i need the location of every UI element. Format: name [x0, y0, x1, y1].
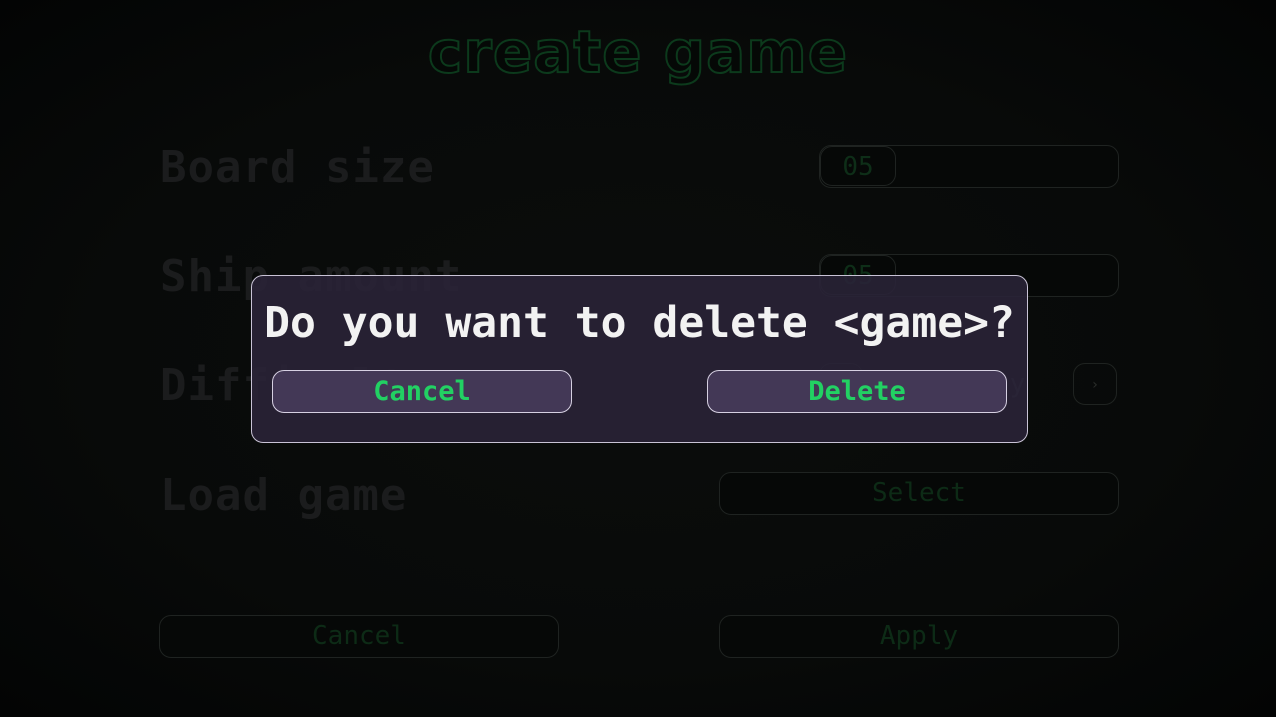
delete-confirm-dialog: Do you want to delete <game>? Cancel Del… [251, 275, 1028, 443]
dialog-delete-button[interactable]: Delete [707, 370, 1007, 413]
create-game-screen: create game Board size 05 Ship amount 05… [0, 0, 1276, 717]
dialog-cancel-button[interactable]: Cancel [272, 370, 572, 413]
modal-overlay: Do you want to delete <game>? Cancel Del… [0, 0, 1276, 717]
dialog-question: Do you want to delete <game>? [264, 298, 1015, 348]
